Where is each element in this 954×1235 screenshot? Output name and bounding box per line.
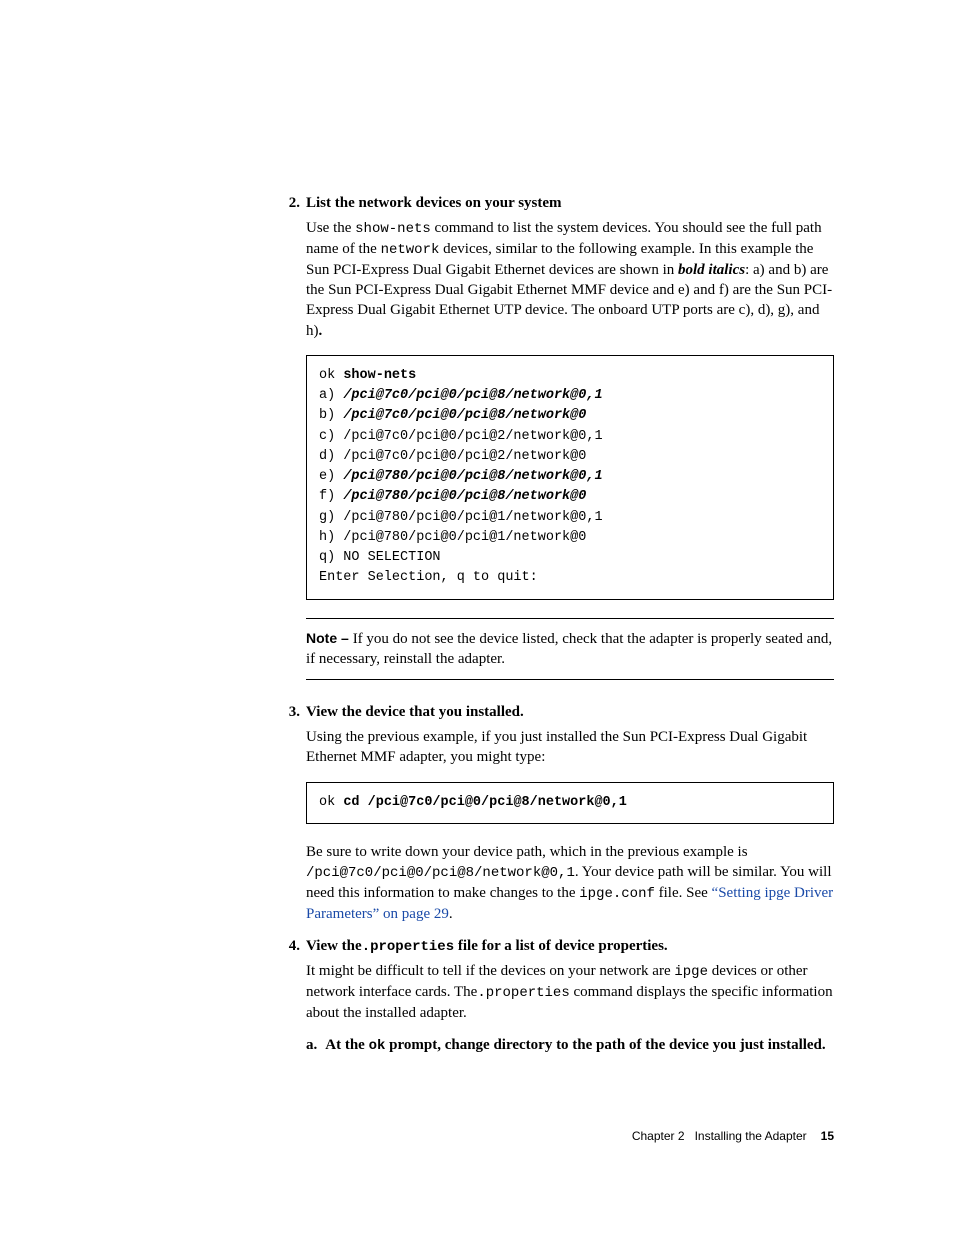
step-3-body-cont: Be sure to write down your device path, …: [306, 842, 834, 924]
note-lead: Note –: [306, 630, 353, 646]
text-bold: .: [319, 323, 323, 339]
inline-code: network: [381, 242, 440, 258]
inline-code: ipge.conf: [579, 886, 655, 902]
code-line: q) NO SELECTION: [319, 550, 441, 565]
text: .: [449, 906, 453, 922]
code-line: ok show-nets: [319, 368, 416, 383]
inline-code: /pci@7c0/pci@0/pci@8/network@0,1: [306, 865, 575, 881]
step-number: 3.: [280, 704, 300, 721]
code-block-show-nets: ok show-nets a) /pci@7c0/pci@0/pci@8/net…: [306, 355, 834, 600]
code-line: d) /pci@7c0/pci@0/pci@2/network@0: [319, 449, 586, 464]
step-4-body: It might be difficult to tell if the dev…: [306, 961, 834, 1023]
step-4-header: 4. View the.properties file for a list o…: [280, 938, 834, 955]
step-3-body: Using the previous example, if you just …: [306, 727, 834, 768]
code-line: a) /pci@7c0/pci@0/pci@8/network@0,1: [319, 388, 603, 403]
code-line: h) /pci@780/pci@0/pci@1/network@0: [319, 530, 586, 545]
text: It might be difficult to tell if the dev…: [306, 963, 674, 979]
inline-code: .properties: [477, 985, 569, 1001]
step-title: List the network devices on your system: [306, 195, 562, 212]
code-line: e) /pci@780/pci@0/pci@8/network@0,1: [319, 469, 603, 484]
step-title: View the device that you installed.: [306, 704, 524, 721]
footer-title: Installing the Adapter: [695, 1129, 807, 1143]
step-number: 4.: [280, 938, 300, 955]
code-line: Enter Selection, q to quit:: [319, 570, 538, 585]
step-3-header: 3. View the device that you installed.: [280, 704, 834, 721]
code-block-cd: ok cd /pci@7c0/pci@0/pci@8/network@0,1: [306, 782, 834, 824]
code-line: f) /pci@780/pci@0/pci@8/network@0: [319, 489, 586, 504]
substep-text: At the ok prompt, change directory to th…: [325, 1037, 825, 1054]
document-page: 2. List the network devices on your syst…: [0, 0, 954, 1235]
code-line: b) /pci@7c0/pci@0/pci@8/network@0: [319, 408, 586, 423]
step-title: View the.properties file for a list of d…: [306, 938, 668, 955]
step-2-body: Use the show-nets command to list the sy…: [306, 218, 834, 341]
step-number: 2.: [280, 195, 300, 212]
text: Use the: [306, 220, 355, 236]
substep-key: a.: [306, 1037, 317, 1054]
note-block: Note – If you do not see the device list…: [306, 618, 834, 681]
substep-a: a. At the ok prompt, change directory to…: [306, 1037, 834, 1054]
bold-italic: bold italics: [678, 262, 745, 278]
step-2-header: 2. List the network devices on your syst…: [280, 195, 834, 212]
footer-chapter: Chapter 2: [632, 1129, 685, 1143]
text: Be sure to write down your device path, …: [306, 844, 748, 860]
inline-code: show-nets: [355, 221, 431, 237]
code-line: c) /pci@7c0/pci@0/pci@2/network@0,1: [319, 429, 603, 444]
page-number: 15: [821, 1129, 834, 1143]
note-text: If you do not see the device listed, che…: [306, 631, 832, 667]
page-footer: Chapter 2 Installing the Adapter 15: [632, 1129, 834, 1143]
text: file. See: [655, 885, 712, 901]
code-line: g) /pci@780/pci@0/pci@1/network@0,1: [319, 510, 603, 525]
inline-code: ipge: [674, 964, 708, 980]
